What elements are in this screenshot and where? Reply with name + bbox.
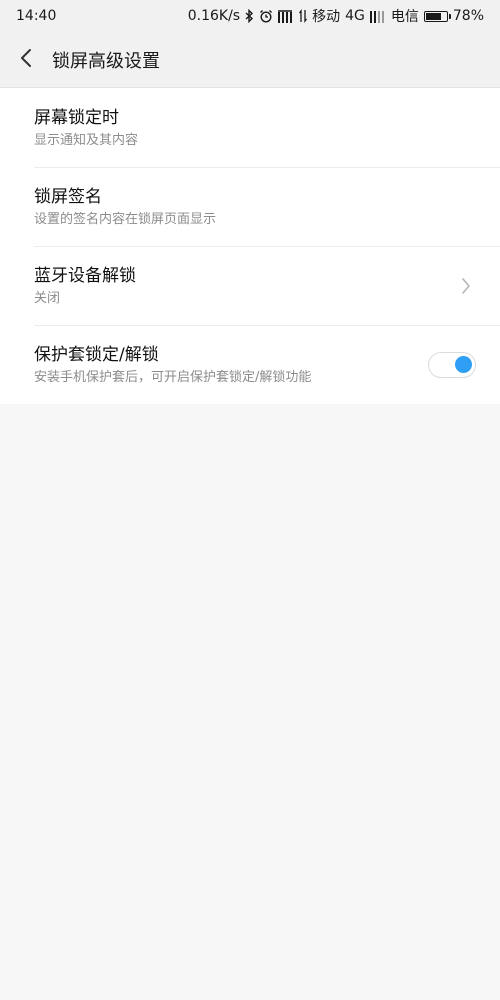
status-bar: 14:40 0.16K/s 移动 4G 电信 78% <box>0 0 500 32</box>
battery-icon <box>423 10 451 22</box>
signal-icon <box>278 9 294 23</box>
setting-lock-screen-display[interactable]: 屏幕锁定时 显示通知及其内容 <box>0 88 500 167</box>
back-button[interactable] <box>2 32 50 88</box>
battery-percent: 78% <box>452 8 484 24</box>
network-speed: 0.16K/s <box>187 8 241 24</box>
setting-lock-screen-signature[interactable]: 锁屏签名 设置的签名内容在锁屏页面显示 <box>0 167 500 246</box>
setting-subtitle: 显示通知及其内容 <box>34 132 139 148</box>
battery-fill <box>425 12 441 20</box>
carrier-mobile: 移动 <box>312 9 341 25</box>
setting-title: 屏幕锁定时 <box>34 107 119 128</box>
network-type: 4G <box>345 8 365 24</box>
page-title: 锁屏高级设置 <box>52 50 160 72</box>
chevron-left-icon <box>20 48 32 72</box>
signal-icon <box>369 10 386 23</box>
chevron-right-icon <box>456 276 476 296</box>
cover-lock-toggle[interactable] <box>428 351 476 378</box>
setting-subtitle: 设置的签名内容在锁屏页面显示 <box>34 211 217 227</box>
setting-bluetooth-unlock[interactable]: 蓝牙设备解锁 关闭 <box>0 246 500 325</box>
status-indicators: 0.16K/s 移动 4G 电信 78% <box>188 6 484 26</box>
bluetooth-icon <box>245 9 254 23</box>
status-time: 14:40 <box>16 8 57 24</box>
setting-subtitle: 安装手机保护套后，可开启保护套锁定/解锁功能 <box>34 369 312 385</box>
setting-title: 锁屏签名 <box>34 186 102 207</box>
toggle-knob <box>455 355 472 373</box>
carrier-telecom: 电信 <box>390 9 419 25</box>
setting-title: 保护套锁定/解锁 <box>34 344 159 365</box>
setting-title: 蓝牙设备解锁 <box>34 265 136 286</box>
setting-subtitle: 关闭 <box>34 290 61 306</box>
settings-list: 屏幕锁定时 显示通知及其内容 锁屏签名 设置的签名内容在锁屏页面显示 蓝牙设备解… <box>0 88 500 404</box>
data-arrows-icon <box>299 9 308 23</box>
alarm-icon <box>259 9 273 23</box>
app-bar: 锁屏高级设置 <box>0 32 500 88</box>
setting-cover-lock[interactable]: 保护套锁定/解锁 安装手机保护套后，可开启保护套锁定/解锁功能 <box>0 325 500 404</box>
